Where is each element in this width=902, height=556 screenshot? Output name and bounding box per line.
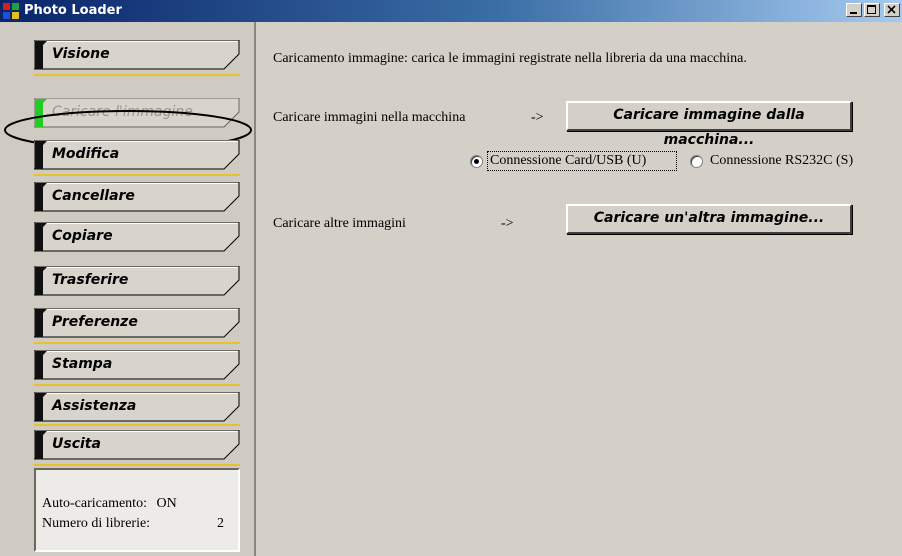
nav-label: Trasferire xyxy=(52,272,129,288)
autoload-value: ON xyxy=(156,496,177,511)
divider xyxy=(34,174,240,176)
autoload-status: Auto-caricamento: ON xyxy=(42,496,232,512)
load-camera-label: Caricare immagini nella macchina xyxy=(273,110,466,125)
page-description: Caricamento immagine: carica le immagini… xyxy=(273,51,747,66)
autoload-label: Auto-caricamento: xyxy=(42,496,147,511)
nav-uscita-button[interactable]: Uscita xyxy=(34,430,240,460)
rs232c-connection-radio[interactable] xyxy=(690,155,703,168)
nav-trasferire-button[interactable]: Trasferire xyxy=(34,266,240,296)
title-bar[interactable]: Photo Loader xyxy=(0,0,902,22)
sidebar: Visione Caricare l'immagine Modifica Can… xyxy=(0,22,256,556)
button-label: Caricare immagine dalla macchina... xyxy=(613,107,805,148)
load-from-camera-button[interactable]: Caricare immagine dalla macchina... xyxy=(566,101,852,148)
button-label: Caricare un'altra immagine... xyxy=(593,210,825,226)
arrow-text: -> xyxy=(501,216,514,231)
library-count-status: Numero di librerie: 2 xyxy=(42,516,232,532)
divider xyxy=(34,74,240,76)
status-panel: Auto-caricamento: ON Numero di librerie:… xyxy=(34,468,240,552)
close-icon xyxy=(887,5,896,14)
close-button[interactable] xyxy=(884,3,900,17)
maximize-icon xyxy=(867,5,876,14)
divider xyxy=(34,464,240,466)
nav-label: Preferenze xyxy=(52,314,138,330)
nav-label: Visione xyxy=(52,46,110,62)
nav-copiare-button[interactable]: Copiare xyxy=(34,222,240,252)
app-icon xyxy=(3,3,19,19)
minimize-icon xyxy=(850,12,857,14)
libraries-value: 2 xyxy=(217,516,224,531)
divider xyxy=(34,342,240,344)
load-other-label: Caricare altre immagini xyxy=(273,216,406,231)
libraries-label: Numero di librerie: xyxy=(42,516,151,531)
divider xyxy=(34,384,240,386)
usb-connection-radio[interactable] xyxy=(470,155,483,168)
maximize-button[interactable] xyxy=(864,3,880,17)
nav-assistenza-button[interactable]: Assistenza xyxy=(34,392,240,422)
arrow-text: -> xyxy=(531,110,544,125)
photo-loader-window: Photo Loader Visione Caricare l'immagine… xyxy=(0,0,902,556)
window-title: Photo Loader xyxy=(24,3,122,18)
minimize-button[interactable] xyxy=(846,3,862,17)
nav-label: Modifica xyxy=(52,146,120,162)
load-other-image-button[interactable]: Caricare un'altra immagine... xyxy=(566,204,852,234)
main-panel: Caricamento immagine: carica le immagini… xyxy=(258,22,902,556)
nav-label: Stampa xyxy=(52,356,113,372)
rs232c-connection-label[interactable]: Connessione RS232C (S) xyxy=(710,153,853,169)
usb-connection-label[interactable]: Connessione Card/USB (U) xyxy=(490,153,646,169)
nav-label: Copiare xyxy=(52,228,113,244)
radio-dot xyxy=(474,159,479,164)
nav-preferenze-button[interactable]: Preferenze xyxy=(34,308,240,338)
nav-cancellare-button[interactable]: Cancellare xyxy=(34,182,240,212)
nav-stampa-button[interactable]: Stampa xyxy=(34,350,240,380)
divider xyxy=(34,424,240,426)
nav-label: Assistenza xyxy=(52,398,137,414)
nav-label: Uscita xyxy=(52,436,101,452)
nav-label: Cancellare xyxy=(52,188,135,204)
nav-modifica-button[interactable]: Modifica xyxy=(34,140,240,170)
nav-visione-button[interactable]: Visione xyxy=(34,40,240,70)
